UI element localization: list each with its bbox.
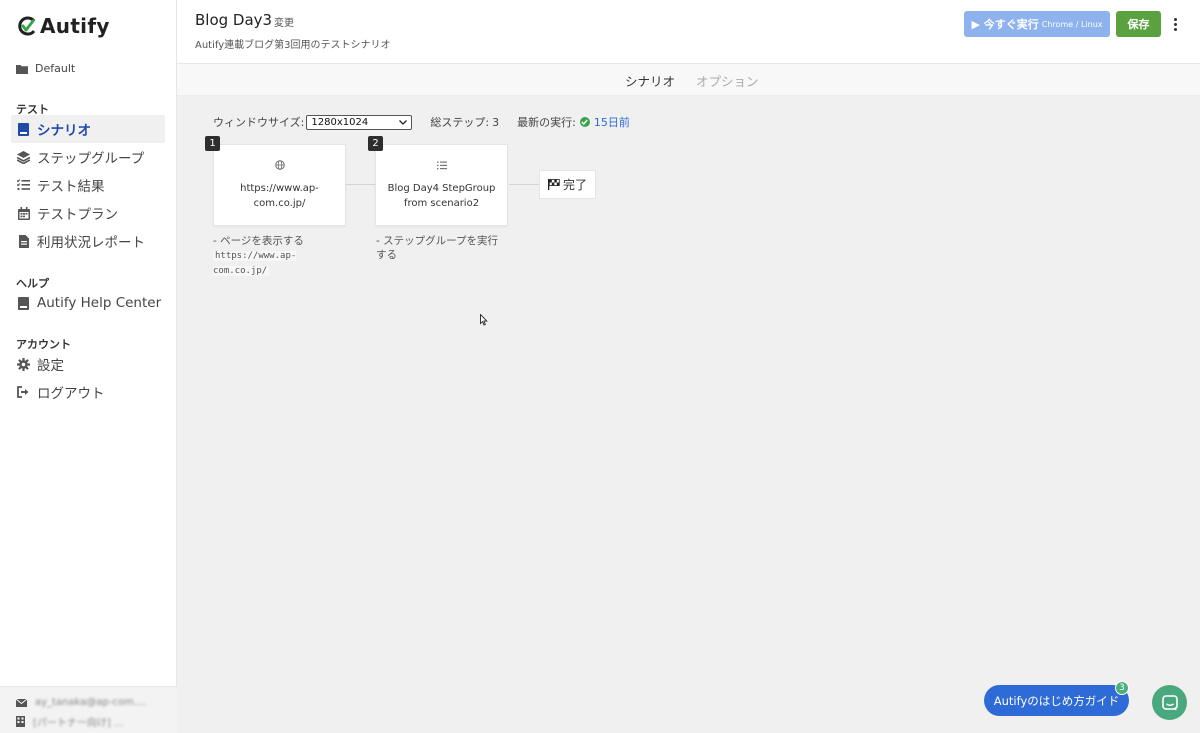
run-now-button[interactable]: ▶ 今すぐ実行 Chrome / Linux — [964, 11, 1110, 37]
list-check-icon — [17, 179, 30, 192]
sidebar: Autify Default テスト シナリオ ステップグループ テスト結果 テ… — [0, 0, 177, 733]
total-steps: 総ステップ: 3 — [430, 114, 499, 130]
user-email-row: ay_tanaka@ap-com.... — [16, 697, 146, 708]
project-name: Default — [35, 62, 76, 75]
sidebar-item-label: ログアウト — [37, 386, 105, 402]
sidebar-item-label: 利用状況レポート — [37, 235, 145, 251]
list-icon — [436, 160, 447, 175]
globe-icon — [274, 159, 285, 175]
sidebar-item-label: シナリオ — [37, 123, 91, 139]
gear-icon — [17, 357, 30, 371]
tab-scenario[interactable]: シナリオ — [625, 71, 675, 90]
step-connector — [509, 184, 539, 185]
sidebar-item-logout[interactable]: ログアウト — [11, 378, 165, 406]
scenario-meta: ウィンドウサイズ: 1280x1024 総ステップ: 3 最新の実行: 15日前 — [213, 114, 630, 130]
user-info: ay_tanaka@ap-com.... [パートナー向け] ... — [0, 686, 177, 733]
edit-title-link[interactable]: 変更 — [274, 14, 294, 29]
sidebar-item-label: Autify Help Center — [37, 295, 162, 311]
total-steps-label: 総ステップ: — [430, 116, 490, 129]
scenario-editor: ウィンドウサイズ: 1280x1024 総ステップ: 3 最新の実行: 15日前 … — [177, 96, 1200, 733]
sidebar-item-scenario[interactable]: シナリオ — [11, 115, 165, 143]
file-icon — [17, 234, 30, 248]
envelope-icon — [16, 698, 27, 707]
getting-started-guide-button[interactable]: Autifyのはじめ方ガイド — [984, 685, 1129, 716]
step-connector — [346, 184, 375, 185]
page-title: Blog Day3 — [195, 11, 273, 29]
tab-options[interactable]: オプション — [696, 71, 759, 90]
scenario-end: 完了 — [539, 170, 596, 199]
chevron-down-icon — [399, 119, 408, 125]
step-action: - ステップグループを実行する — [376, 235, 498, 261]
done-label: 完了 — [562, 178, 587, 192]
user-email: ay_tanaka@ap-com.... — [35, 697, 147, 708]
layers-icon — [17, 150, 30, 164]
book-icon — [17, 122, 30, 136]
logout-icon — [17, 386, 30, 399]
last-run: 最新の実行: 15日前 — [517, 114, 630, 130]
check-circle-icon — [579, 117, 590, 127]
step-url: https://www.ap-com.co.jp/ — [213, 251, 297, 276]
sidebar-item-settings[interactable]: 設定 — [11, 350, 165, 378]
sidebar-item-stepgroup[interactable]: ステップグループ — [11, 143, 165, 171]
book-icon — [17, 296, 30, 310]
sidebar-item-help-center[interactable]: Autify Help Center — [11, 289, 165, 317]
checkered-flag-icon — [547, 179, 560, 190]
total-steps-value: 3 — [492, 116, 500, 129]
guide-count-badge: 3 — [1115, 681, 1129, 695]
calendar-icon — [17, 206, 30, 220]
chat-icon — [1161, 694, 1178, 710]
building-icon — [16, 716, 25, 727]
run-environment: Chrome / Linux — [1041, 19, 1103, 29]
step-description-1: - ページを表示する https://www.ap-com.co.jp/ — [213, 234, 341, 278]
window-size-select[interactable]: 1280x1024 — [306, 114, 413, 130]
window-size-value: 1280x1024 — [311, 116, 369, 128]
save-button[interactable]: 保存 — [1116, 11, 1161, 37]
scenario-header: Blog Day3 変更 Autify連載ブログ第3回用のテストシナリオ ▶ 今… — [177, 0, 1200, 64]
last-run-link[interactable]: 15日前 — [594, 114, 630, 130]
sidebar-item-usage-report[interactable]: 利用状況レポート — [11, 227, 165, 255]
mouse-cursor-icon — [480, 314, 488, 326]
user-org-row: [パートナー向け] ... — [16, 714, 124, 729]
user-org: [パートナー向け] ... — [33, 718, 124, 729]
more-menu-icon[interactable] — [1170, 14, 1180, 34]
step-card-1[interactable]: https://www.ap-com.co.jp/ — [213, 144, 346, 226]
scenario-tabs: シナリオ オプション — [177, 64, 1200, 96]
last-run-label: 最新の実行: — [517, 116, 576, 129]
app-name: Autify — [40, 14, 110, 38]
chat-launcher[interactable] — [1152, 685, 1187, 720]
sidebar-item-test-plan[interactable]: テストプラン — [11, 199, 165, 227]
sidebar-item-label: テストプラン — [37, 207, 118, 223]
project-selector[interactable]: Default — [16, 62, 75, 75]
autify-logo-icon — [18, 16, 36, 36]
window-size-label: ウィンドウサイズ: — [213, 116, 305, 129]
step-number-badge: 1 — [205, 136, 220, 151]
sidebar-item-label: 設定 — [37, 358, 64, 374]
sidebar-item-test-results[interactable]: テスト結果 — [11, 171, 165, 199]
sidebar-item-label: テスト結果 — [37, 179, 105, 195]
folder-icon — [16, 64, 28, 74]
step-title: Blog Day4 StepGroup from scenario2 — [387, 182, 496, 209]
step-card-2[interactable]: Blog Day4 StepGroup from scenario2 — [375, 144, 508, 226]
step-description-2: - ステップグループを実行する — [376, 234, 504, 262]
scenario-description: Autify連載ブログ第3回用のテストシナリオ — [195, 40, 391, 51]
autify-logo[interactable]: Autify — [16, 14, 110, 38]
run-now-label: ▶ 今すぐ実行 — [971, 18, 1039, 31]
step-action: - ページを表示する — [213, 235, 304, 247]
step-title: https://www.ap-com.co.jp/ — [240, 182, 319, 209]
step-number-badge: 2 — [368, 136, 383, 151]
sidebar-item-label: ステップグループ — [37, 151, 145, 167]
